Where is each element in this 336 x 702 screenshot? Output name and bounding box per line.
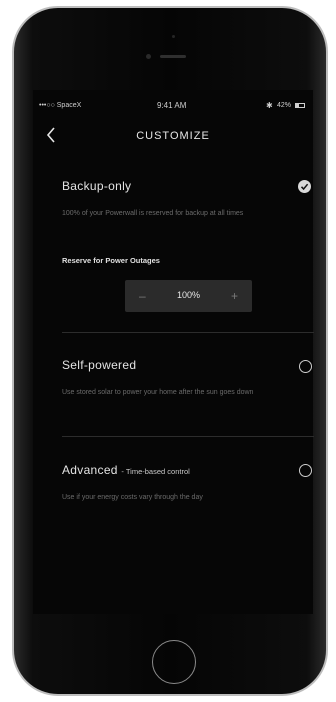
- page-title: CUSTOMIZE: [136, 130, 210, 142]
- advanced-title[interactable]: Advanced - Time-based control: [62, 463, 190, 477]
- phone-frame: •••○○ SpaceX 9:41 AM ✱ 42% CUSTOMIZE Bac…: [12, 6, 328, 696]
- front-camera: [146, 54, 151, 59]
- app-screen: •••○○ SpaceX 9:41 AM ✱ 42% CUSTOMIZE Bac…: [33, 90, 314, 614]
- advanced-radio[interactable]: [299, 464, 312, 477]
- battery-percent: 42%: [277, 102, 292, 109]
- backup-only-title[interactable]: Backup-only: [62, 179, 131, 193]
- home-button[interactable]: [152, 640, 196, 684]
- increase-button[interactable]: +: [231, 289, 238, 303]
- self-powered-title[interactable]: Self-powered: [62, 358, 136, 372]
- reserve-label: Reserve for Power Outages: [62, 256, 160, 265]
- status-time: 9:41 AM: [157, 101, 187, 110]
- divider: [62, 332, 314, 333]
- advanced-title-text: Advanced: [62, 463, 118, 477]
- battery-fill: [296, 104, 300, 107]
- battery-icon: [295, 103, 305, 108]
- self-powered-radio[interactable]: [299, 360, 312, 373]
- self-powered-description: Use stored solar to power your home afte…: [62, 389, 254, 396]
- status-bar: •••○○ SpaceX 9:41 AM ✱ 42%: [33, 100, 313, 114]
- advanced-subtitle: - Time-based control: [121, 467, 190, 476]
- phone-top-dot: [172, 35, 175, 38]
- backup-only-description: 100% of your Powerwall is reserved for b…: [62, 210, 244, 217]
- earpiece-speaker: [160, 55, 186, 58]
- nav-bar: CUSTOMIZE: [33, 124, 313, 148]
- checkmark-icon[interactable]: [298, 180, 311, 193]
- divider: [62, 436, 314, 437]
- advanced-description: Use if your energy costs vary through th…: [62, 494, 203, 501]
- reserve-stepper: – 100% +: [125, 280, 252, 312]
- carrier-label: •••○○ SpaceX: [39, 102, 82, 109]
- bluetooth-icon: ✱: [266, 101, 273, 110]
